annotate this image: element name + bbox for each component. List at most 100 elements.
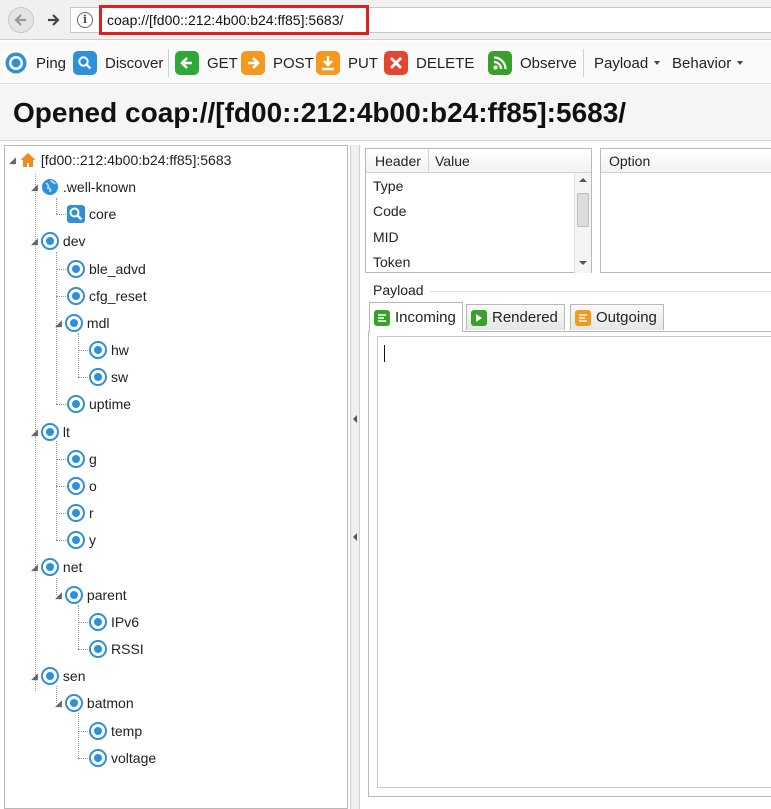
tree-node-y[interactable]: y bbox=[67, 529, 96, 551]
delete-x-icon bbox=[384, 51, 408, 75]
tree-node-mdl[interactable]: ◢ mdl bbox=[55, 312, 109, 334]
tab-incoming[interactable]: Incoming bbox=[369, 302, 463, 332]
tree-node-core[interactable]: core bbox=[67, 203, 116, 225]
tree-node-r[interactable]: r bbox=[67, 502, 94, 524]
column-header-header[interactable]: Header bbox=[375, 153, 421, 169]
tree-node-batmon[interactable]: ◢ batmon bbox=[55, 692, 134, 714]
tree-node-label: y bbox=[89, 532, 96, 548]
arrow-left-icon bbox=[14, 14, 26, 26]
toolbar-divider bbox=[168, 49, 169, 77]
tab-outgoing[interactable]: Outgoing bbox=[570, 304, 664, 330]
chevron-down-icon bbox=[654, 61, 661, 65]
tree-node-sen[interactable]: ◢ sen bbox=[31, 665, 86, 687]
header-grid-header: Header Value bbox=[366, 149, 591, 173]
column-header-option[interactable]: Option bbox=[609, 153, 650, 169]
tree-node-lt[interactable]: ◢ lt bbox=[31, 421, 70, 443]
expander-open-icon[interactable]: ◢ bbox=[55, 318, 62, 329]
tree-node-net[interactable]: ◢ net bbox=[31, 556, 82, 578]
resource-icon bbox=[67, 504, 85, 522]
tree-node-o[interactable]: o bbox=[67, 475, 97, 497]
tree-guide-line bbox=[78, 350, 88, 351]
resource-icon bbox=[64, 694, 83, 712]
payload-text-area[interactable] bbox=[377, 336, 771, 788]
put-button[interactable]: PUT bbox=[316, 49, 378, 77]
scroll-down-icon[interactable] bbox=[579, 261, 587, 265]
tree-node-ble-advd[interactable]: ble_advd bbox=[67, 258, 146, 280]
tree-guide-line bbox=[78, 377, 88, 378]
tree-guide-line bbox=[56, 459, 66, 460]
header-row-token[interactable]: Token bbox=[373, 254, 410, 270]
collapse-left-icon[interactable] bbox=[353, 533, 357, 541]
tree-guide-line bbox=[78, 333, 79, 377]
tree-node-sw[interactable]: sw bbox=[89, 366, 128, 388]
payload-dropdown[interactable]: Payload bbox=[594, 49, 661, 77]
post-label: POST bbox=[273, 54, 314, 72]
chevron-down-icon bbox=[737, 61, 744, 65]
column-divider[interactable] bbox=[428, 149, 429, 173]
url-text[interactable]: coap://[fd00::212:4b00:b24:ff85]:5683/ bbox=[107, 12, 343, 28]
expander-open-icon[interactable]: ◢ bbox=[31, 236, 38, 247]
discover-button[interactable]: Discover bbox=[73, 49, 163, 77]
tree-node-label: core bbox=[89, 206, 117, 222]
info-icon[interactable]: i bbox=[77, 12, 93, 28]
resource-icon bbox=[67, 450, 85, 468]
header-row-code[interactable]: Code bbox=[373, 203, 406, 219]
header-grid-scrollbar[interactable] bbox=[574, 173, 591, 273]
header-row-mid[interactable]: MID bbox=[373, 229, 399, 245]
option-grid-header: Option bbox=[601, 149, 771, 173]
tree-node-ipv6[interactable]: IPv6 bbox=[89, 611, 139, 633]
toolbar-divider bbox=[583, 49, 584, 77]
panel-splitter[interactable] bbox=[350, 145, 360, 809]
tree-node-temp[interactable]: temp bbox=[89, 720, 142, 742]
tree-node-parent[interactable]: ◢ parent bbox=[55, 584, 127, 606]
resource-icon bbox=[40, 423, 59, 441]
collapse-left-icon[interactable] bbox=[353, 415, 357, 423]
expander-open-icon[interactable]: ◢ bbox=[31, 182, 38, 193]
expander-open-icon[interactable]: ◢ bbox=[31, 671, 38, 682]
delete-button[interactable]: DELETE bbox=[384, 49, 474, 77]
expander-open-icon[interactable]: ◢ bbox=[9, 155, 16, 166]
rendered-icon bbox=[471, 309, 487, 326]
tree-guide-line bbox=[78, 649, 88, 650]
url-field[interactable]: i coap://[fd00::212:4b00:b24:ff85]:5683/ bbox=[70, 5, 771, 35]
tree-node-label: sw bbox=[111, 369, 129, 385]
tree-node-rssi[interactable]: RSSI bbox=[89, 638, 144, 660]
tree-node-voltage[interactable]: voltage bbox=[89, 747, 156, 769]
resource-icon bbox=[67, 287, 85, 305]
resource-icon bbox=[64, 586, 83, 604]
expander-open-icon[interactable]: ◢ bbox=[31, 427, 38, 438]
column-header-value[interactable]: Value bbox=[435, 153, 470, 169]
tree-node-label: .well-known bbox=[62, 179, 137, 195]
tree-node-label: cfg_reset bbox=[89, 288, 147, 304]
post-button[interactable]: POST bbox=[241, 49, 314, 77]
ping-button[interactable]: Ping bbox=[4, 49, 66, 77]
tree-node-hw[interactable]: hw bbox=[89, 339, 129, 361]
tree-node-label: sen bbox=[62, 668, 86, 684]
resource-icon bbox=[67, 477, 85, 495]
tree-node-well-known[interactable]: ◢ .well-known bbox=[31, 176, 136, 198]
tree-node-uptime[interactable]: uptime bbox=[67, 393, 131, 415]
tree-guide-line bbox=[78, 713, 79, 758]
expander-open-icon[interactable]: ◢ bbox=[55, 698, 62, 709]
back-button[interactable] bbox=[8, 7, 34, 33]
tree-node-root[interactable]: ◢ [fd00::212:4b00:b24:ff85]:5683 bbox=[9, 149, 231, 171]
tree-node-cfg-reset[interactable]: cfg_reset bbox=[67, 285, 147, 307]
get-button[interactable]: GET bbox=[175, 49, 238, 77]
ping-icon bbox=[4, 51, 28, 75]
tab-rendered[interactable]: Rendered bbox=[466, 304, 565, 330]
title-bar: Opened coap://[fd00::212:4b00:b24:ff85]:… bbox=[0, 85, 771, 141]
tree-node-g[interactable]: g bbox=[67, 448, 97, 470]
get-arrow-left-icon bbox=[175, 51, 199, 75]
forward-button[interactable] bbox=[40, 7, 66, 33]
resource-tree[interactable]: ◢ [fd00::212:4b00:b24:ff85]:5683 ◢ .well… bbox=[4, 145, 348, 809]
observe-button[interactable]: Observe bbox=[488, 49, 577, 77]
behavior-dropdown[interactable]: Behavior bbox=[672, 49, 744, 77]
tree-node-dev[interactable]: ◢ dev bbox=[31, 230, 86, 252]
expander-open-icon[interactable]: ◢ bbox=[55, 590, 62, 601]
rss-feed-icon bbox=[488, 51, 512, 75]
tree-guide-line bbox=[56, 269, 66, 270]
expander-open-icon[interactable]: ◢ bbox=[31, 562, 38, 573]
scroll-thumb[interactable] bbox=[577, 193, 589, 227]
header-row-type[interactable]: Type bbox=[373, 178, 403, 194]
scroll-up-icon[interactable] bbox=[579, 178, 587, 182]
